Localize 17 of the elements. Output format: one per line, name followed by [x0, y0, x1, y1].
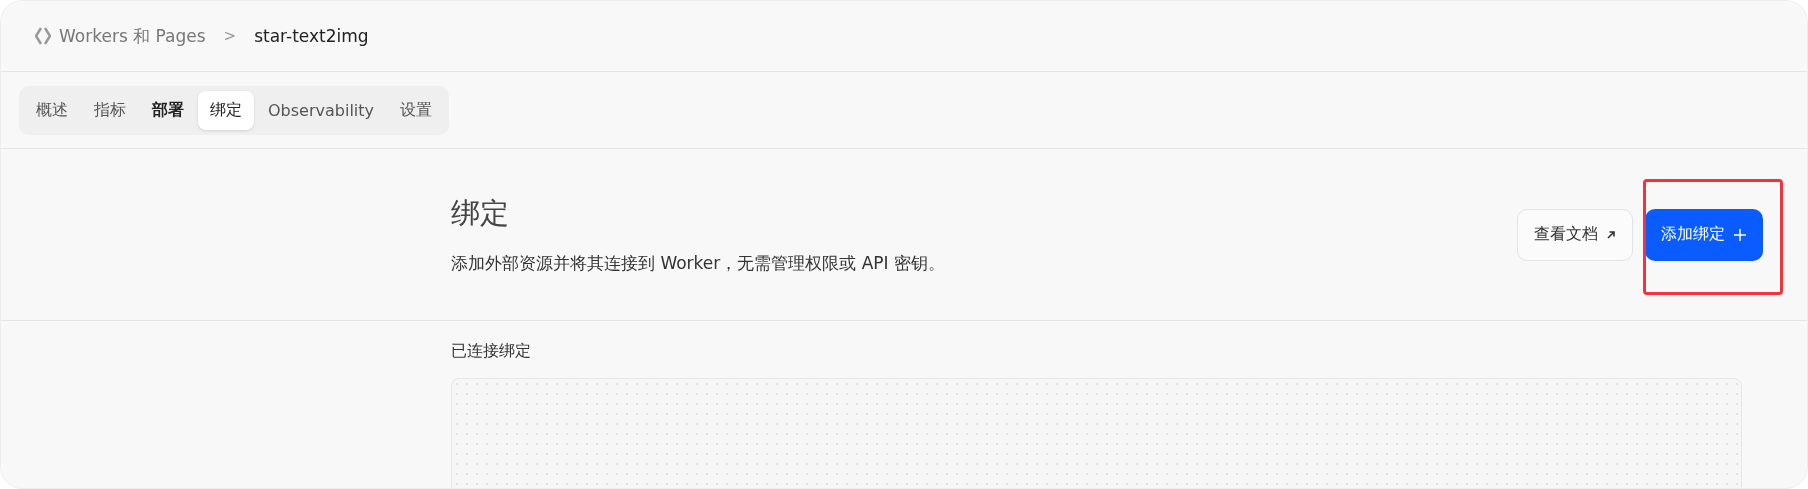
- breadcrumb-link[interactable]: Workers 和 Pages: [59, 24, 206, 48]
- page-title: 绑定: [451, 195, 510, 232]
- workers-logo-icon: [35, 27, 51, 45]
- tab[interactable]: Observability: [256, 92, 386, 129]
- tab[interactable]: 部署: [140, 91, 196, 130]
- arrow-icon: [1606, 229, 1616, 240]
- breadcrumb-separator: >: [223, 27, 237, 45]
- breadcrumb-current: star-text2img: [254, 26, 369, 46]
- tab[interactable]: 设置: [388, 91, 444, 130]
- section-label: 已连接绑定: [451, 341, 532, 362]
- tab[interactable]: 概述: [24, 91, 80, 130]
- add-binding-button[interactable]: 添加绑定: [1645, 208, 1763, 261]
- plus-icon: [1733, 227, 1747, 242]
- page-description: 添加外部资源并将其连接到 Worker，无需管理权限或 API 密钥。: [451, 252, 945, 275]
- tab[interactable]: 绑定: [198, 91, 254, 130]
- docs-button[interactable]: 查看文档: [1517, 208, 1633, 261]
- tab[interactable]: 指标: [82, 91, 138, 130]
